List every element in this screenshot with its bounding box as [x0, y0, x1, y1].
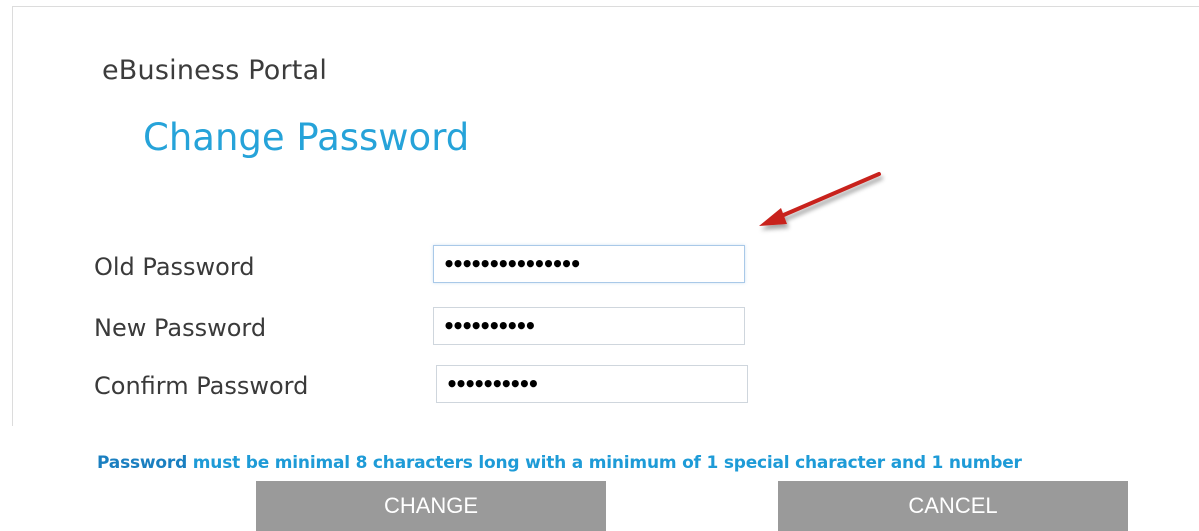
page-title: Change Password: [143, 116, 470, 159]
portal-title: eBusiness Portal: [102, 55, 328, 86]
password-rule-text: Password must be minimal 8 characters lo…: [97, 453, 1022, 473]
password-rule-keyword: Password: [97, 453, 188, 473]
change-password-page: eBusiness Portal Change Password Old Pas…: [0, 0, 1199, 531]
confirm-password-label: Confirm Password: [94, 372, 309, 400]
cancel-button[interactable]: CANCEL: [778, 481, 1128, 531]
new-password-label: New Password: [94, 314, 267, 342]
old-password-field[interactable]: [433, 245, 745, 283]
red-arrow-annotation-icon: [759, 172, 881, 226]
password-rule-body: must be minimal 8 characters long with a…: [187, 453, 1022, 473]
old-password-label: Old Password: [94, 253, 255, 281]
new-password-field[interactable]: [433, 307, 745, 345]
confirm-password-field[interactable]: [436, 365, 748, 403]
change-button[interactable]: CHANGE: [256, 481, 606, 531]
